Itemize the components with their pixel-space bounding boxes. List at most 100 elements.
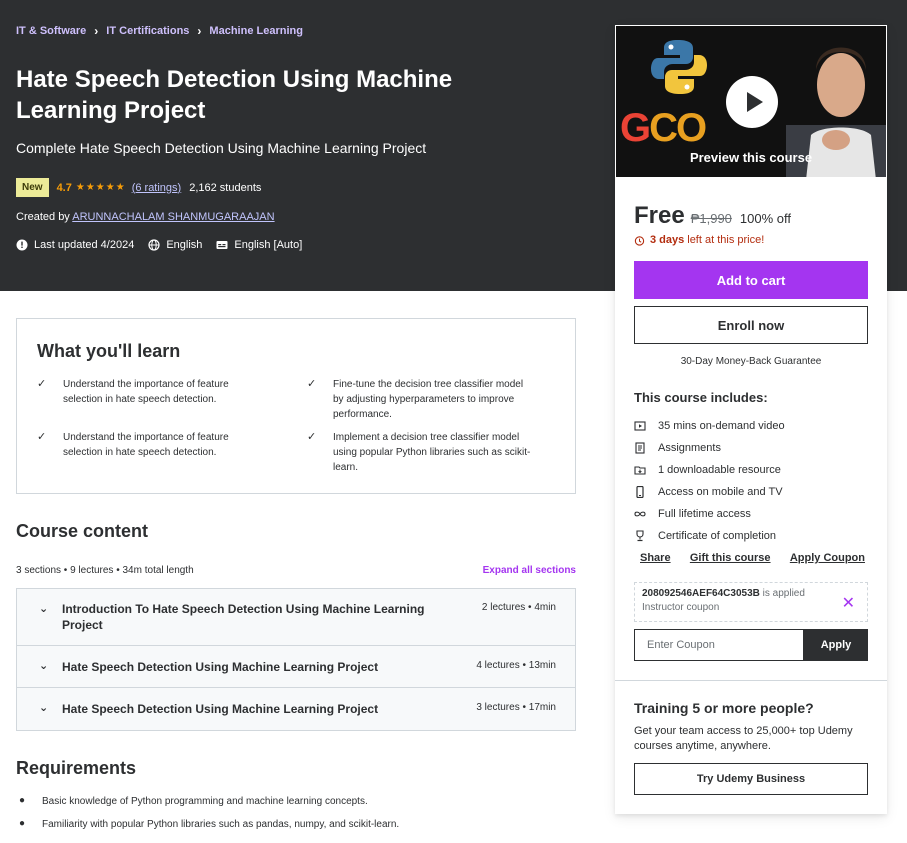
section-info: 4 lectures • 13min [476,660,556,671]
section-info: 2 lectures • 4min [481,602,556,613]
created-by-label: Created by [16,211,70,223]
bullet-icon: ● [19,795,26,806]
close-icon[interactable]: ✕ [842,593,855,613]
course-title: Hate Speech Detection Using Machine Lear… [16,66,453,124]
course-content-title: Course content [16,521,149,541]
current-price: Free [634,202,685,229]
gift-course-link[interactable]: Gift this course [690,552,771,564]
alarm-clock-icon [634,235,645,246]
closed-captions-icon [216,241,228,249]
check-icon: ✓ [307,431,317,443]
learn-item-text: Implement a decision tree classifier mod… [333,432,531,473]
price-timer: 3 days left at this price! [634,234,764,246]
what-you-learn-box: What you'll learn ✓ Understand the impor… [16,318,576,494]
requirements-list: ● Basic knowledge of Python programming … [16,795,400,842]
sections-accordion: ⌄ Introduction To Hate Speech Detection … [16,588,576,731]
course-preview-video[interactable]: GCO Preview this course [615,25,887,178]
coupon-input[interactable] [634,629,804,661]
chevron-right-icon: › [197,24,202,38]
course-captions: English [Auto] [234,239,303,251]
section-row[interactable]: ⌄ Introduction To Hate Speech Detection … [17,589,575,646]
section-info: 3 lectures • 17min [476,702,556,713]
instructor-link[interactable]: ARUNNACHALAM SHANMUGARAAJAN [72,211,274,223]
chevron-down-icon: ⌄ [39,660,49,672]
list-item: ● Basic knowledge of Python programming … [16,795,399,819]
rating-value: 4.7 [56,181,72,194]
coupon-type: Instructor coupon [642,602,720,613]
chevron-down-icon: ⌄ [39,702,49,714]
list-item: Assignments [634,437,785,459]
course-content-meta: 3 sections • 9 lectures • 34m total leng… [16,565,576,576]
breadcrumb-it-certifications[interactable]: IT Certifications [106,25,189,37]
section-row[interactable]: ⌄ Hate Speech Detection Using Machine Le… [17,688,575,730]
expand-all-sections-button[interactable]: Expand all sections [483,565,576,576]
learn-item: ✓ Understand the importance of feature s… [37,430,262,460]
breadcrumb-machine-learning[interactable]: Machine Learning [209,25,303,37]
purchase-card: GCO Preview this course Free ₱1,990 100%… [615,25,887,814]
created-by: Created by ARUNNACHALAM SHANMUGARAAJAN [16,211,275,223]
learn-title: What you'll learn [37,341,181,361]
check-icon: ✓ [37,378,47,390]
python-logo-icon [651,40,707,94]
add-to-cart-button[interactable]: Add to cart [634,261,868,299]
star-rating-icon: ★★★★★ [75,182,126,193]
requirement-text: Familiarity with popular Python librarie… [42,819,400,830]
preview-label: Preview this course [689,150,813,165]
learn-item: ✓ Fine-tune the decision tree classifier… [307,377,532,422]
requirement-text: Basic knowledge of Python programming an… [42,796,368,807]
content-summary: 3 sections • 9 lectures • 34m total leng… [16,565,194,576]
bullet-icon: ● [19,818,26,829]
learn-item-text: Understand the importance of feature sel… [63,432,229,458]
students-count: 2,162 students [189,181,262,194]
coupon-code: 208092546AEF64C3053B [642,588,760,599]
new-badge: New [16,178,49,197]
infinity-icon [634,511,646,517]
check-icon: ✓ [37,431,47,443]
include-label: Certificate of completion [658,530,776,542]
globe-icon [148,239,160,251]
discount-percent: 100% off [739,211,791,226]
team-title: Training 5 or more people? [634,700,814,716]
mobile-icon [636,486,644,498]
applied-coupon: 208092546AEF64C3053B is applied Instruct… [634,582,868,622]
breadcrumb-it-software[interactable]: IT & Software [16,25,86,37]
enroll-now-button[interactable]: Enroll now [634,306,868,344]
price-row: Free ₱1,990 100% off [634,202,791,230]
share-link[interactable]: Share [640,552,671,564]
apply-coupon-button[interactable]: Apply [804,629,868,661]
include-label: 35 mins on-demand video [658,420,785,432]
list-item: Certificate of completion [634,525,785,547]
section-title: Hate Speech Detection Using Machine Lear… [62,660,379,674]
section-row[interactable]: ⌄ Hate Speech Detection Using Machine Le… [17,646,575,688]
ratings-count-link[interactable]: (6 ratings) [132,182,182,194]
section-title: Introduction To Hate Speech Detection Us… [62,602,425,632]
try-business-button[interactable]: Try Udemy Business [634,763,868,795]
requirements-title: Requirements [16,758,137,778]
apply-coupon-link[interactable]: Apply Coupon [790,552,865,564]
include-label: Assignments [658,442,721,454]
list-item: 1 downloadable resource [634,459,785,481]
alert-badge-icon [16,239,28,251]
course-language: English [166,239,203,251]
course-subtitle: Complete Hate Speech Detection Using Mac… [16,140,427,156]
includes-list: 35 mins on-demand video Assignments 1 do… [634,415,785,547]
card-links: Share Gift this course Apply Coupon [640,552,865,564]
list-item: Access on mobile and TV [634,481,785,503]
list-item: 35 mins on-demand video [634,415,785,437]
divider [615,680,887,681]
chevron-right-icon: › [94,24,99,38]
google-colab-logo-icon: GCO [620,106,707,150]
learn-item: ✓ Implement a decision tree classifier m… [307,430,532,475]
chevron-down-icon: ⌄ [39,603,49,615]
original-price: ₱1,990 [690,211,732,226]
play-icon[interactable] [726,76,778,128]
assignment-icon [635,442,645,454]
coupon-form: Apply [634,629,868,661]
rating-row: New 4.7 ★★★★★ (6 ratings) 2,162 students [16,178,261,197]
learn-item: ✓ Understand the importance of feature s… [37,377,262,407]
section-title: Hate Speech Detection Using Machine Lear… [62,702,379,716]
last-updated: Last updated 4/2024 [34,239,135,251]
coupon-applied-text: is applied [762,588,805,599]
include-label: Full lifetime access [658,508,751,520]
check-icon: ✓ [307,378,317,390]
